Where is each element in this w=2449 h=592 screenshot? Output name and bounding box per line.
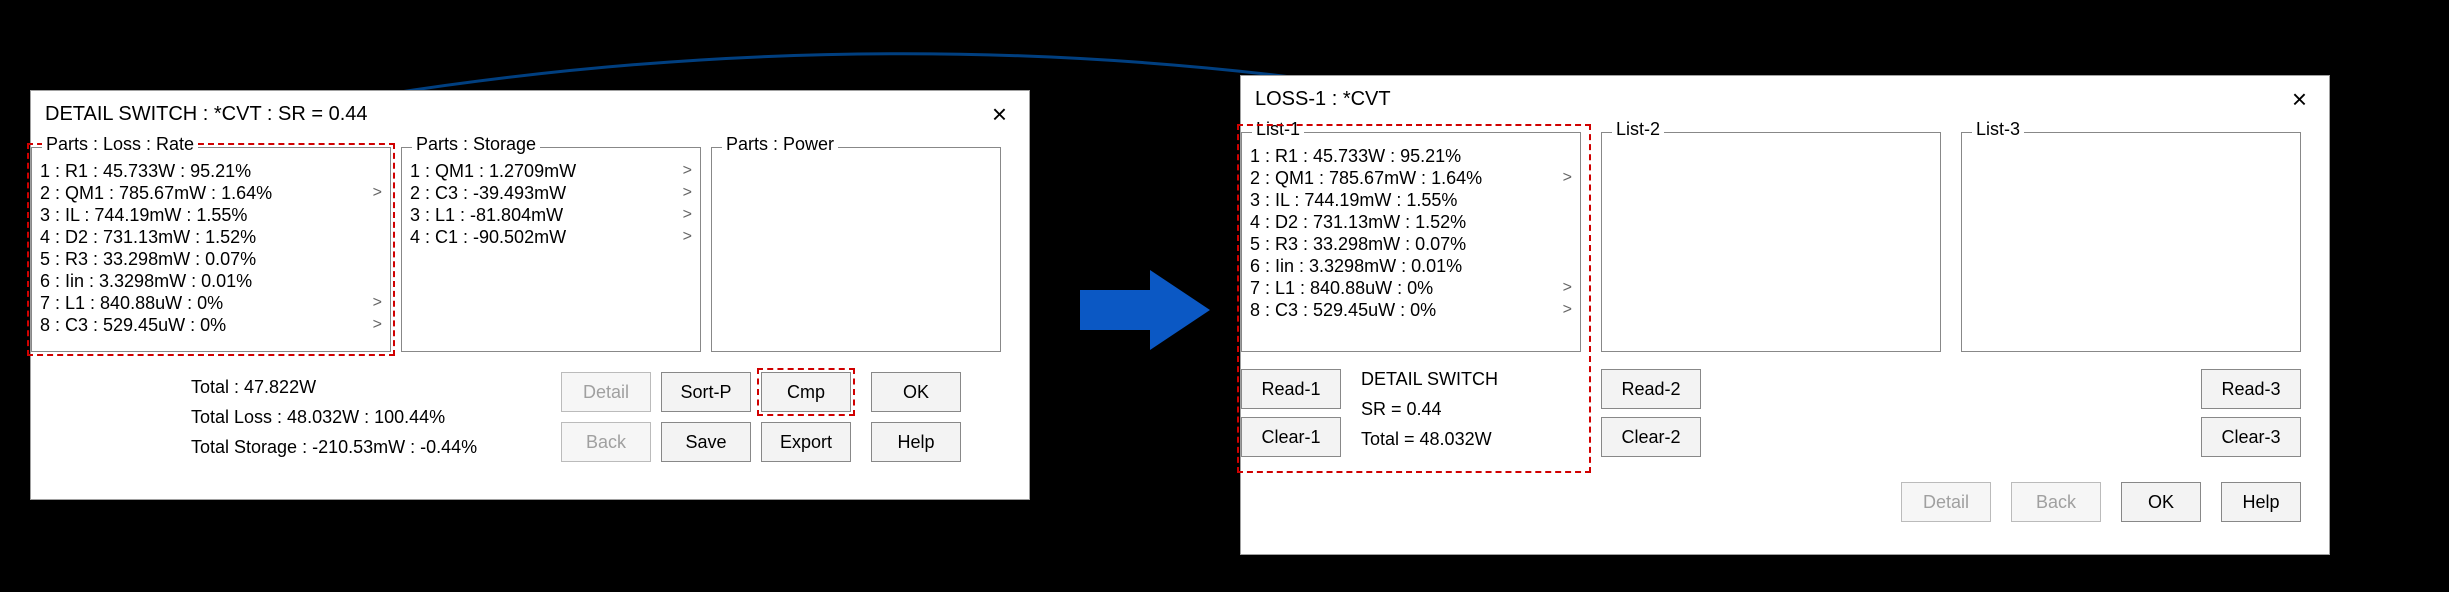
group-power: Parts : Power (711, 147, 1001, 352)
list1-info-line3: Total = 48.032W (1361, 424, 1492, 454)
list-item[interactable]: 4 : C1 : -90.502mW> (408, 226, 694, 248)
loss-rate-list[interactable]: 1 : R1 : 45.733W : 95.21% 2 : QM1 : 785.… (38, 160, 384, 345)
group-list1: List-1 1 : R1 : 45.733W : 95.21% 2 : QM1… (1241, 132, 1581, 352)
chevron-right-icon: > (373, 182, 382, 204)
read3-button[interactable]: Read-3 (2201, 369, 2301, 409)
storage-list[interactable]: 1 : QM1 : 1.2709mW> 2 : C3 : -39.493mW> … (408, 160, 694, 345)
group-list3-legend: List-3 (1972, 119, 2024, 140)
group-list1-legend: List-1 (1252, 119, 1304, 140)
chevron-right-icon: > (1563, 167, 1572, 189)
detail-button: Detail (1901, 482, 1991, 522)
list-item[interactable]: 1 : R1 : 45.733W : 95.21% (38, 160, 384, 182)
list-item[interactable]: 2 : QM1 : 785.67mW : 1.64%> (38, 182, 384, 204)
detail-switch-titlebar: DETAIL SWITCH : *CVT : SR = 0.44 × (31, 91, 1029, 137)
list-item[interactable]: 2 : QM1 : 785.67mW : 1.64%> (1248, 167, 1574, 189)
save-button[interactable]: Save (661, 422, 751, 462)
group-storage-legend: Parts : Storage (412, 134, 540, 155)
group-list2-legend: List-2 (1612, 119, 1664, 140)
list1-info-line2: SR = 0.44 (1361, 394, 1442, 424)
list-item[interactable]: 3 : IL : 744.19mW : 1.55% (38, 204, 384, 226)
back-button: Back (561, 422, 651, 462)
list1-info-line1: DETAIL SWITCH (1361, 364, 1498, 394)
loss-window-title: LOSS-1 : *CVT (1255, 88, 1391, 111)
power-list[interactable] (718, 160, 994, 345)
chevron-right-icon: > (373, 314, 382, 336)
clear3-button[interactable]: Clear-3 (2201, 417, 2301, 457)
total-text: Total : 47.822W (191, 372, 316, 402)
list-item[interactable]: 6 : Iin : 3.3298mW : 0.01% (38, 270, 384, 292)
list-item[interactable]: 1 : QM1 : 1.2709mW> (408, 160, 694, 182)
list-item[interactable]: 3 : L1 : -81.804mW> (408, 204, 694, 226)
list-item[interactable]: 7 : L1 : 840.88uW : 0%> (38, 292, 384, 314)
annotation-top-text: 損失リストが損失比較リストに登録されます (1270, 10, 1910, 56)
block-arrow-icon (1080, 270, 1210, 350)
chevron-right-icon: > (1563, 299, 1572, 321)
list-item[interactable]: 1 : R1 : 45.733W : 95.21% (1248, 145, 1574, 167)
chevron-right-icon: > (683, 160, 692, 182)
export-button[interactable]: Export (761, 422, 851, 462)
chevron-right-icon: > (683, 204, 692, 226)
list-item[interactable]: 8 : C3 : 529.45uW : 0%> (38, 314, 384, 336)
chevron-right-icon: > (683, 182, 692, 204)
list-item[interactable]: 4 : D2 : 731.13mW : 1.52% (1248, 211, 1574, 233)
detail-switch-title: DETAIL SWITCH : *CVT : SR = 0.44 (45, 103, 368, 126)
list1-list[interactable]: 1 : R1 : 45.733W : 95.21% 2 : QM1 : 785.… (1248, 145, 1574, 345)
list-item[interactable]: 7 : L1 : 840.88uW : 0%> (1248, 277, 1574, 299)
group-list2: List-2 (1601, 132, 1941, 352)
help-button[interactable]: Help (871, 422, 961, 462)
total-loss-text: Total Loss : 48.032W : 100.44% (191, 402, 445, 432)
close-icon[interactable]: × (2284, 84, 2315, 114)
clear1-button[interactable]: Clear-1 (1241, 417, 1341, 457)
list-item[interactable]: 3 : IL : 744.19mW : 1.55% (1248, 189, 1574, 211)
close-icon[interactable]: × (984, 99, 1015, 129)
read2-button[interactable]: Read-2 (1601, 369, 1701, 409)
annotation-mid-text: Cmpをクリック (1020, 220, 1248, 266)
group-loss-rate-legend: Parts : Loss : Rate (42, 134, 198, 155)
list3-list[interactable] (1968, 145, 2294, 345)
loss-window-titlebar: LOSS-1 : *CVT × (1241, 76, 2329, 122)
group-list3: List-3 (1961, 132, 2301, 352)
list-item[interactable]: 8 : C3 : 529.45uW : 0%> (1248, 299, 1574, 321)
list-item[interactable]: 4 : D2 : 731.13mW : 1.52% (38, 226, 384, 248)
group-power-legend: Parts : Power (722, 134, 838, 155)
cmp-button[interactable]: Cmp (761, 372, 851, 412)
list-item[interactable]: 5 : R3 : 33.298mW : 0.07% (38, 248, 384, 270)
list-item[interactable]: 6 : Iin : 3.3298mW : 0.01% (1248, 255, 1574, 277)
group-storage: Parts : Storage 1 : QM1 : 1.2709mW> 2 : … (401, 147, 701, 352)
loss-window: LOSS-1 : *CVT × List-1 1 : R1 : 45.733W … (1240, 75, 2330, 555)
list-item[interactable]: 2 : C3 : -39.493mW> (408, 182, 694, 204)
ok-button[interactable]: OK (871, 372, 961, 412)
detail-switch-window: DETAIL SWITCH : *CVT : SR = 0.44 × Parts… (30, 90, 1030, 500)
group-loss-rate: Parts : Loss : Rate 1 : R1 : 45.733W : 9… (31, 147, 391, 352)
chevron-right-icon: > (373, 292, 382, 314)
ok-button[interactable]: OK (2121, 482, 2201, 522)
total-storage-text: Total Storage : -210.53mW : -0.44% (191, 432, 477, 462)
back-button: Back (2011, 482, 2101, 522)
chevron-right-icon: > (683, 226, 692, 248)
list2-list[interactable] (1608, 145, 1934, 345)
clear2-button[interactable]: Clear-2 (1601, 417, 1701, 457)
help-button[interactable]: Help (2221, 482, 2301, 522)
detail-button: Detail (561, 372, 651, 412)
read1-button[interactable]: Read-1 (1241, 369, 1341, 409)
sortp-button[interactable]: Sort-P (661, 372, 751, 412)
list-item[interactable]: 5 : R3 : 33.298mW : 0.07% (1248, 233, 1574, 255)
chevron-right-icon: > (1563, 277, 1572, 299)
